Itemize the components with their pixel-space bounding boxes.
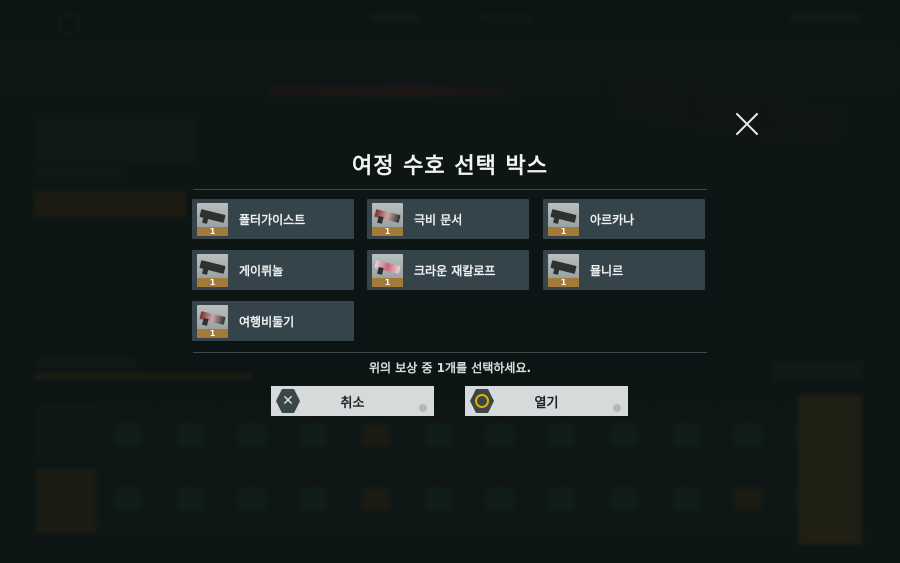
reward-item[interactable]: 1 여행비둘기 — [192, 301, 354, 341]
item-name: 여행비둘기 — [239, 314, 295, 329]
item-name: 게이뤼놀 — [239, 263, 284, 278]
item-quantity: 1 — [197, 277, 228, 287]
weapon-thumbnail: 1 — [197, 202, 228, 236]
reward-item[interactable]: 1 게이뤼놀 — [192, 250, 354, 290]
item-quantity: 1 — [372, 226, 403, 236]
weapon-thumbnail: 1 — [372, 253, 403, 287]
item-name: 폴터가이스트 — [239, 212, 306, 227]
selection-hint: 위의 보상 중 1개를 선택하세요. — [368, 361, 532, 375]
cancel-button[interactable]: ✕ 취소 — [271, 386, 434, 416]
item-name: 극비 문서 — [414, 212, 463, 227]
weapon-thumbnail: 1 — [548, 253, 579, 287]
open-button-label: 열기 — [534, 395, 559, 411]
weapon-thumbnail: 1 — [197, 304, 228, 338]
weapon-thumbnail: 1 — [548, 202, 579, 236]
reward-item[interactable]: 1 아르카나 — [543, 199, 705, 239]
reward-item[interactable]: 1 묠니르 — [543, 250, 705, 290]
cancel-button-label: 취소 — [340, 395, 365, 411]
divider — [193, 352, 707, 353]
item-quantity: 1 — [548, 226, 579, 236]
weapon-thumbnail: 1 — [372, 202, 403, 236]
item-name: 묠니르 — [590, 263, 624, 278]
item-name: 아르카나 — [590, 212, 635, 227]
weapon-thumbnail: 1 — [197, 253, 228, 287]
item-quantity: 1 — [372, 277, 403, 287]
item-quantity: 1 — [548, 277, 579, 287]
reward-item[interactable]: 1 극비 문서 — [367, 199, 529, 239]
close-icon[interactable] — [734, 111, 760, 137]
item-name: 크라운 재칼로프 — [414, 263, 496, 278]
button-indicator-dot — [613, 404, 621, 412]
reward-item[interactable]: 1 폴터가이스트 — [192, 199, 354, 239]
item-quantity: 1 — [197, 226, 228, 236]
open-button[interactable]: 열기 — [465, 386, 628, 416]
item-quantity: 1 — [197, 328, 228, 338]
dialog-title: 여정 수호 선택 박스 — [352, 154, 548, 179]
reward-item[interactable]: 1 크라운 재칼로프 — [367, 250, 529, 290]
divider — [193, 189, 707, 190]
button-indicator-dot — [419, 404, 427, 412]
